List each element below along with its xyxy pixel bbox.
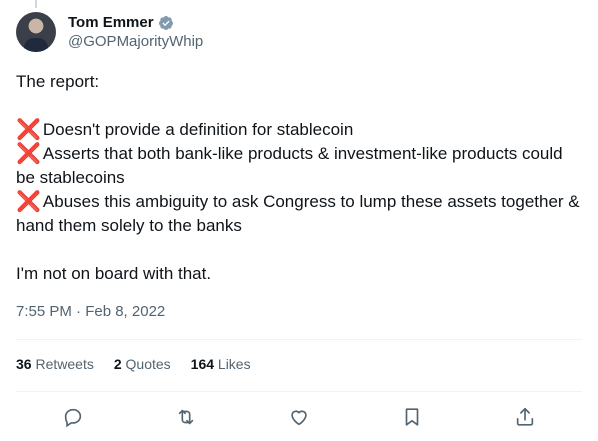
tweet-bullet: ❌ Asserts that both bank-like products & … — [16, 143, 563, 187]
action-bar — [16, 400, 582, 434]
thread-connector-line — [35, 0, 37, 8]
like-icon — [291, 410, 307, 426]
reply-icon — [64, 408, 81, 428]
divider — [16, 339, 582, 340]
engagement-stats: 36 Retweets 2 Quotes 164 Likes — [16, 356, 251, 372]
tweet-bullet: ❌ Doesn't provide a definition for stable… — [16, 119, 354, 141]
verified-badge-icon — [158, 15, 173, 30]
tweet-timestamp[interactable]: 7:55 PM · Feb 8, 2022 — [16, 303, 165, 320]
tweet-outro: I'm not on board with that. — [16, 264, 212, 283]
tweet-text: The report: ❌ Doesn't provide a definitio… — [16, 70, 582, 286]
likes-stat[interactable]: 164 Likes — [191, 356, 251, 372]
tweet-intro: The report: — [16, 72, 100, 91]
cross-mark-icon: ❌ — [16, 119, 41, 141]
reply-button[interactable] — [56, 400, 90, 434]
author-info: Tom Emmer @GOPMajorityWhip — [68, 14, 203, 50]
tweet-header: Tom Emmer @GOPMajorityWhip — [16, 12, 203, 52]
name-row: Tom Emmer — [68, 14, 203, 31]
cross-mark-icon: ❌ — [16, 191, 41, 213]
bookmark-icon — [405, 408, 419, 426]
quotes-stat[interactable]: 2 Quotes — [114, 356, 171, 372]
retweet-icon — [178, 409, 194, 425]
bookmark-button[interactable] — [395, 400, 429, 434]
share-button[interactable] — [508, 400, 542, 434]
share-icon — [517, 407, 534, 426]
tweet-bullet: ❌ Abuses this ambiguity to ask Congress t… — [16, 191, 580, 235]
handle[interactable]: @GOPMajorityWhip — [68, 33, 203, 50]
like-button[interactable] — [282, 400, 316, 434]
divider — [16, 391, 582, 392]
display-name[interactable]: Tom Emmer — [68, 14, 154, 31]
retweet-button[interactable] — [169, 400, 203, 434]
avatar[interactable] — [16, 12, 56, 52]
cross-mark-icon: ❌ — [16, 143, 41, 165]
retweets-stat[interactable]: 36 Retweets — [16, 356, 94, 372]
